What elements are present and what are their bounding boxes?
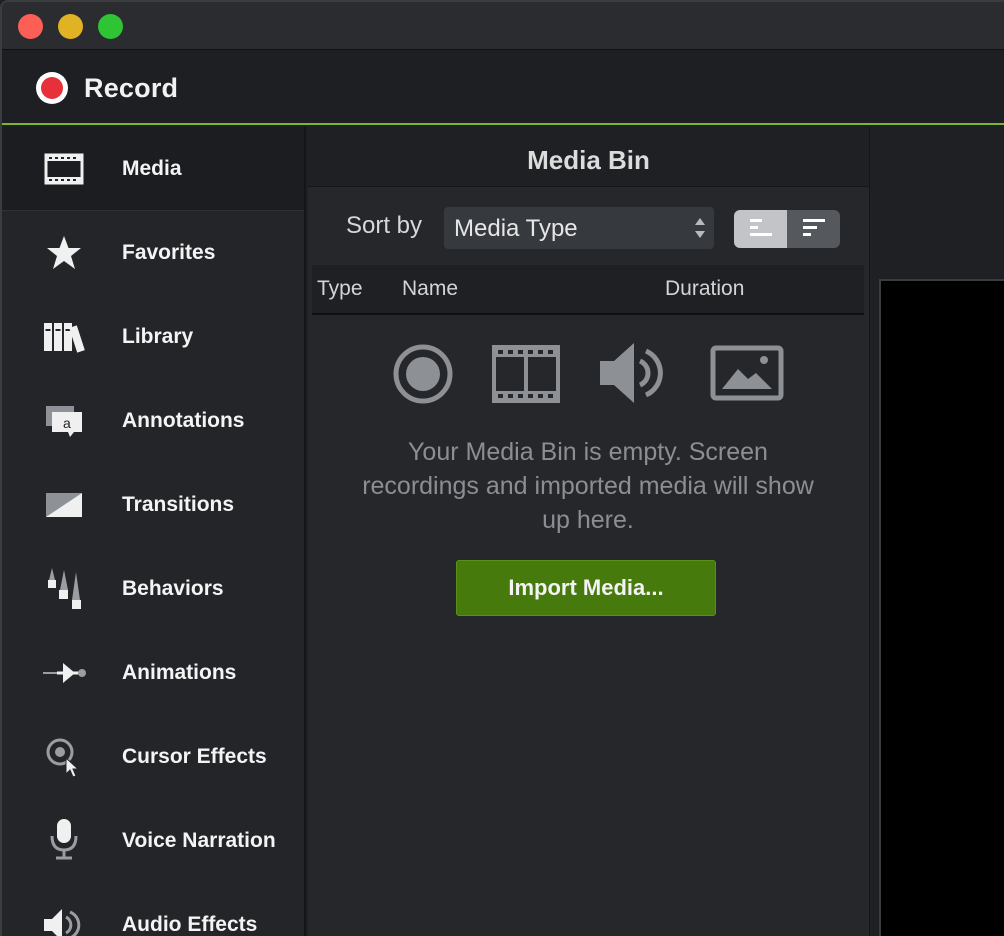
close-window-button[interactable] bbox=[18, 14, 43, 39]
sort-dropdown[interactable]: Media Type bbox=[444, 207, 714, 249]
sidebar-item-transitions[interactable]: Transitions bbox=[2, 463, 304, 547]
sidebar-item-label: Library bbox=[122, 325, 194, 348]
column-duration[interactable]: Duration bbox=[665, 277, 744, 301]
star-icon bbox=[40, 233, 88, 273]
sidebar-item-label: Favorites bbox=[122, 241, 216, 264]
audio-icon bbox=[598, 339, 672, 412]
app-window: Record Media Favorites Library a Annotat… bbox=[0, 0, 1004, 936]
stepper-arrows-icon bbox=[694, 215, 706, 241]
record-dot-icon bbox=[36, 72, 68, 104]
record-toolbar: Record bbox=[2, 50, 1004, 125]
animation-arrow-icon bbox=[40, 653, 88, 693]
title-bar bbox=[2, 2, 1004, 50]
behaviors-icon bbox=[40, 568, 88, 609]
sidebar-item-cursor-effects[interactable]: Cursor Effects bbox=[2, 715, 304, 799]
sidebar-item-label: Behaviors bbox=[122, 577, 224, 600]
media-table-header: Type Name Duration bbox=[312, 265, 864, 315]
sidebar-item-voice-narration[interactable]: Voice Narration bbox=[2, 799, 304, 883]
svg-text:a: a bbox=[63, 415, 71, 431]
canvas-preview[interactable] bbox=[879, 279, 1004, 936]
record-label: Record bbox=[84, 72, 179, 103]
media-bin-header: Media Bin bbox=[308, 127, 869, 187]
panel-title: Media Bin bbox=[527, 145, 650, 175]
sidebar-item-audio-effects[interactable]: Audio Effects bbox=[2, 883, 304, 936]
sidebar-item-favorites[interactable]: Favorites bbox=[2, 211, 304, 295]
sidebar-item-annotations[interactable]: a Annotations bbox=[2, 379, 304, 463]
sort-lines-icon bbox=[801, 217, 827, 242]
sort-order-button[interactable] bbox=[787, 210, 840, 248]
tools-sidebar: Media Favorites Library a Annotations Tr… bbox=[2, 127, 306, 936]
sort-label: Sort by bbox=[346, 212, 423, 239]
sort-dropdown-value: Media Type bbox=[454, 215, 578, 242]
empty-state-icons bbox=[308, 339, 869, 409]
import-media-button[interactable]: Import Media... bbox=[456, 560, 716, 616]
cursor-effect-icon bbox=[40, 737, 88, 778]
column-name[interactable]: Name bbox=[402, 277, 458, 301]
preview-area bbox=[869, 127, 1004, 936]
column-type[interactable]: Type bbox=[317, 277, 363, 301]
speaker-icon bbox=[40, 905, 88, 936]
microphone-icon bbox=[40, 819, 88, 860]
film-strip-icon bbox=[40, 149, 88, 189]
sidebar-item-behaviors[interactable]: Behaviors bbox=[2, 547, 304, 631]
record-button[interactable]: Record bbox=[36, 71, 178, 105]
books-icon bbox=[40, 317, 88, 357]
sidebar-item-label: Cursor Effects bbox=[122, 745, 267, 768]
list-view-button[interactable] bbox=[734, 210, 787, 248]
annotation-callout-icon: a bbox=[40, 401, 88, 441]
sidebar-item-label: Annotations bbox=[122, 409, 245, 432]
transition-icon bbox=[40, 485, 88, 525]
media-bin-panel: Media Bin Sort by Media Type Type Name D… bbox=[308, 127, 869, 936]
sort-row: Sort by Media Type bbox=[308, 187, 869, 265]
minimize-window-button[interactable] bbox=[58, 14, 83, 39]
align-left-lines-icon bbox=[748, 217, 774, 242]
sidebar-item-label: Voice Narration bbox=[122, 829, 276, 852]
view-mode-toggle bbox=[734, 210, 840, 248]
sidebar-item-label: Media bbox=[122, 156, 182, 180]
empty-state-message: Your Media Bin is empty. Screen recordin… bbox=[362, 438, 814, 534]
sidebar-item-library[interactable]: Library bbox=[2, 295, 304, 379]
sidebar-item-label: Animations bbox=[122, 661, 237, 684]
image-icon bbox=[710, 345, 784, 406]
record-icon bbox=[392, 343, 454, 410]
sidebar-item-label: Transitions bbox=[122, 493, 235, 516]
sidebar-item-animations[interactable]: Animations bbox=[2, 631, 304, 715]
maximize-window-button[interactable] bbox=[98, 14, 123, 39]
sidebar-item-label: Audio Effects bbox=[122, 913, 258, 936]
film-strip-icon bbox=[492, 345, 560, 408]
sidebar-item-media[interactable]: Media bbox=[2, 127, 304, 211]
